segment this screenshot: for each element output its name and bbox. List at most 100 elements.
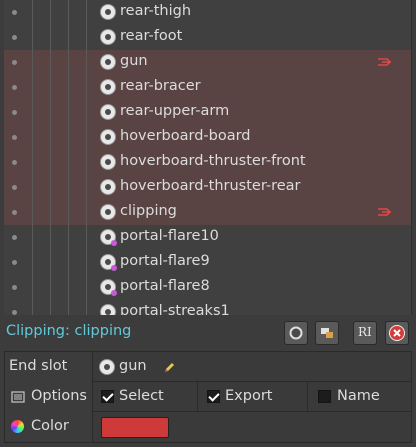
color-wheel-icon	[11, 420, 24, 433]
tree-item-label: portal-flare9	[120, 253, 210, 269]
slot-icon	[100, 279, 117, 296]
tree-guide-line	[68, 100, 69, 125]
name-checkbox[interactable]	[318, 390, 331, 403]
select-option[interactable]: Select	[93, 382, 198, 412]
tree-row[interactable]: clipping	[4, 200, 411, 225]
tree-guide-line	[50, 225, 51, 250]
tree-guide-line	[50, 300, 51, 315]
visibility-dot-icon[interactable]	[12, 110, 17, 115]
end-slot-label: End slot	[9, 358, 68, 374]
tree-guide-line	[68, 125, 69, 150]
color-swatch[interactable]	[101, 417, 169, 438]
delete-button[interactable]	[385, 321, 409, 345]
visibility-dot-icon[interactable]	[12, 210, 17, 215]
clipping-range-marker-icon	[378, 58, 392, 66]
end-slot-key: End slot	[5, 352, 93, 382]
tree-guide-line	[32, 250, 33, 275]
tree-guide-line	[50, 100, 51, 125]
slot-icon	[100, 104, 116, 120]
circle-button[interactable]	[284, 321, 308, 345]
slot-icon	[100, 129, 116, 145]
tree-row[interactable]: portal-flare9	[4, 250, 411, 275]
tree-guide-line	[68, 275, 69, 300]
options-row: Options Select Export Name	[5, 382, 411, 412]
visibility-dot-icon[interactable]	[12, 185, 17, 190]
pencil-icon[interactable]	[163, 360, 175, 374]
tree-row[interactable]: hoverboard-thruster-rear	[4, 175, 411, 200]
visibility-dot-icon[interactable]	[12, 310, 17, 315]
options-label: Options	[31, 388, 87, 404]
tree-guide-line	[32, 150, 33, 175]
visibility-dot-icon[interactable]	[12, 285, 17, 290]
tree-row[interactable]: rear-foot	[4, 25, 411, 50]
visibility-dot-icon[interactable]	[12, 160, 17, 165]
end-slot-value-text: gun	[119, 358, 147, 374]
tree-guide-line	[68, 50, 69, 75]
tree-guide-line	[50, 200, 51, 225]
slot-icon	[100, 154, 116, 170]
name-option[interactable]: Name	[308, 382, 411, 412]
tree-guide-line	[86, 75, 87, 100]
slot-icon	[100, 4, 116, 20]
tree-guide-line	[32, 0, 33, 25]
tree-guide-line	[32, 175, 33, 200]
tree-guide-line	[68, 75, 69, 100]
tree-guide-line	[86, 200, 87, 225]
visibility-dot-icon[interactable]	[12, 135, 17, 140]
clipping-range-marker-icon	[378, 208, 392, 216]
key-button[interactable]	[315, 321, 339, 345]
visibility-dot-icon[interactable]	[12, 35, 17, 40]
tree-row[interactable]: hoverboard-board	[4, 125, 411, 150]
export-option[interactable]: Export	[198, 382, 308, 412]
visibility-dot-icon[interactable]	[12, 10, 17, 15]
export-checkbox[interactable]	[207, 390, 220, 403]
slot-icon	[100, 229, 117, 246]
color-row: Color	[5, 412, 411, 442]
tree-guide-line	[86, 175, 87, 200]
rename-button[interactable]: RI	[353, 321, 377, 345]
tree-row[interactable]: portal-flare8	[4, 275, 411, 300]
export-label: Export	[225, 388, 273, 404]
visibility-dot-icon[interactable]	[12, 60, 17, 65]
slot-icon	[100, 254, 117, 271]
tree-item-label: hoverboard-board	[120, 128, 251, 144]
slot-icon	[100, 54, 116, 70]
tree-guide-line	[50, 125, 51, 150]
slot-tree: rear-thigh rear-foot gun rear-bracer rear-up…	[4, 0, 412, 315]
tree-item-label: portal-flare10	[120, 228, 219, 244]
tree-item-label: rear-upper-arm	[120, 103, 230, 119]
tree-row[interactable]: portal-streaks1	[4, 300, 411, 315]
tree-guide-line	[32, 50, 33, 75]
properties-table: End slot gun Options Select Export Name …	[4, 351, 412, 443]
tree-row[interactable]: rear-thigh	[4, 0, 411, 25]
tree-guide-line	[50, 250, 51, 275]
visibility-dot-icon[interactable]	[12, 235, 17, 240]
slot-icon	[100, 79, 116, 95]
tree-guide-line	[86, 125, 87, 150]
tree-guide-line	[32, 200, 33, 225]
tree-guide-line	[50, 150, 51, 175]
visibility-dot-icon[interactable]	[12, 260, 17, 265]
tree-row[interactable]: rear-upper-arm	[4, 100, 411, 125]
end-slot-row: End slot gun	[5, 352, 411, 382]
tree-row[interactable]: portal-flare10	[4, 225, 411, 250]
options-key: Options	[5, 382, 93, 412]
delete-icon	[389, 325, 405, 341]
tree-guide-line	[86, 100, 87, 125]
tree-guide-line	[50, 50, 51, 75]
tree-guide-line	[32, 300, 33, 315]
tree-item-label: rear-foot	[120, 28, 183, 44]
tree-row[interactable]: gun	[4, 50, 411, 75]
tree-guide-line	[32, 75, 33, 100]
clipping-editor: rear-thigh rear-foot gun rear-bracer rear-up…	[0, 0, 416, 447]
tree-guide-line	[32, 25, 33, 50]
tree-row[interactable]: hoverboard-thruster-front	[4, 150, 411, 175]
list-icon	[11, 391, 25, 403]
end-slot-value[interactable]: gun	[93, 352, 411, 382]
tree-guide-line	[50, 25, 51, 50]
select-checkbox[interactable]	[101, 390, 114, 403]
tree-row[interactable]: rear-bracer	[4, 75, 411, 100]
tree-item-label: rear-bracer	[120, 78, 201, 94]
visibility-dot-icon[interactable]	[12, 85, 17, 90]
tree-guide-line	[50, 75, 51, 100]
